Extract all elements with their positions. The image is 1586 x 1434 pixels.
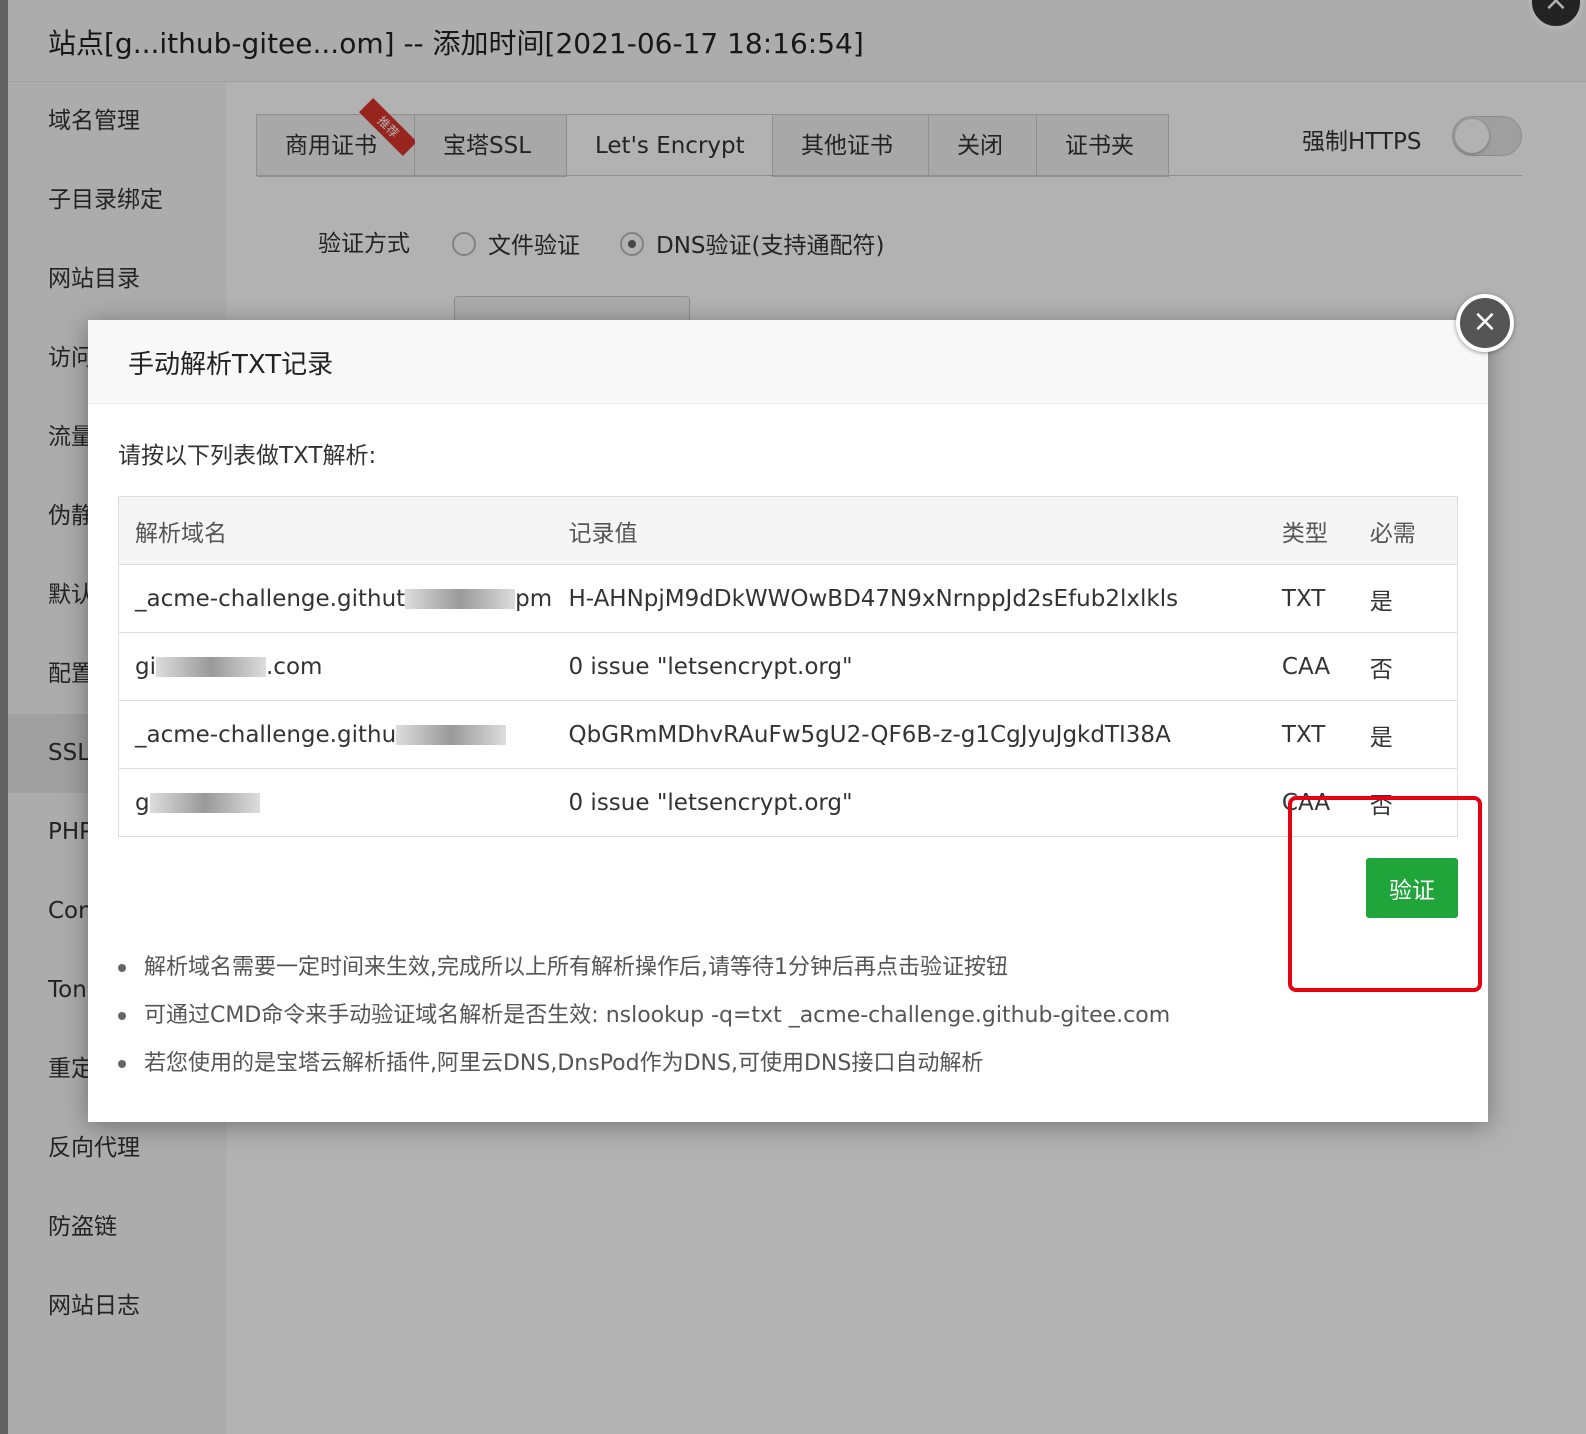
record-required: 是 (1353, 700, 1458, 769)
dialog-header: 手动解析TXT记录 (88, 320, 1488, 404)
record-type: TXT (1265, 700, 1354, 769)
highlight-annotation-box (1288, 796, 1482, 992)
txt-records-table: 解析域名 记录值 类型 必需 _acme-challenge.githut pm … (118, 496, 1458, 837)
header-value: 记录值 (552, 496, 1266, 565)
redaction-mask (149, 793, 260, 813)
list-item: 可通过CMD命令来手动验证域名解析是否生效: nslookup -q=txt _… (114, 992, 1170, 1040)
domain-tail: pm (515, 585, 553, 612)
table-row: g 0 issue "letsencrypt.org" CAA 否 (118, 768, 1458, 837)
dialog-title: 手动解析TXT记录 (128, 350, 334, 380)
table-header-row: 解析域名 记录值 类型 必需 (118, 496, 1458, 565)
record-domain: _acme-challenge.githu (118, 700, 553, 769)
domain-text: gi (135, 653, 156, 680)
close-icon[interactable]: × (1456, 294, 1514, 352)
redaction-mask (156, 657, 266, 677)
record-value: H-AHNpjM9dDkWWOwBD47N9xNrnppJd2sEfub2lxl… (552, 564, 1266, 633)
domain-tail: .com (266, 653, 323, 680)
list-item: 若您使用的是宝塔云解析插件,阿里云DNS,DnsPod作为DNS,可使用DNS接… (114, 1040, 1170, 1088)
record-domain: _acme-challenge.githut pm (118, 564, 553, 633)
header-type: 类型 (1265, 496, 1354, 565)
record-required: 是 (1353, 564, 1458, 633)
instruction-text: 请按以下列表做TXT解析: (118, 443, 377, 469)
header-required: 必需 (1353, 496, 1458, 565)
record-type: TXT (1265, 564, 1354, 633)
record-type: CAA (1265, 632, 1354, 701)
manual-txt-dialog: 手动解析TXT记录 × 请按以下列表做TXT解析: 解析域名 记录值 类型 必需… (88, 294, 1514, 1122)
domain-text: _acme-challenge.githut (135, 585, 406, 612)
domain-text: g (135, 789, 150, 816)
table-row: gi .com 0 issue "letsencrypt.org" CAA 否 (118, 632, 1458, 701)
list-item: 解析域名需要一定时间来生效,完成所以上所有解析操作后,请等待1分钟后再点击验证按… (114, 944, 1170, 992)
redaction-mask (396, 725, 507, 745)
record-value: 0 issue "letsencrypt.org" (552, 632, 1266, 701)
redaction-mask (405, 589, 516, 609)
record-domain: g (118, 768, 553, 837)
record-value: QbGRmMDhvRAuFw5gU2-QF6B-z-g1CgJyuJgkdTI3… (552, 700, 1266, 769)
table-row: _acme-challenge.githu QbGRmMDhvRAuFw5gU2… (118, 700, 1458, 769)
header-domain: 解析域名 (118, 496, 553, 565)
record-domain: gi .com (118, 632, 553, 701)
notes-list: 解析域名需要一定时间来生效,完成所以上所有解析操作后,请等待1分钟后再点击验证按… (114, 944, 1170, 1088)
record-required: 否 (1353, 632, 1458, 701)
table-row: _acme-challenge.githut pm H-AHNpjM9dDkWWO… (118, 564, 1458, 633)
domain-text: _acme-challenge.githu (135, 721, 397, 748)
record-value: 0 issue "letsencrypt.org" (552, 768, 1266, 837)
